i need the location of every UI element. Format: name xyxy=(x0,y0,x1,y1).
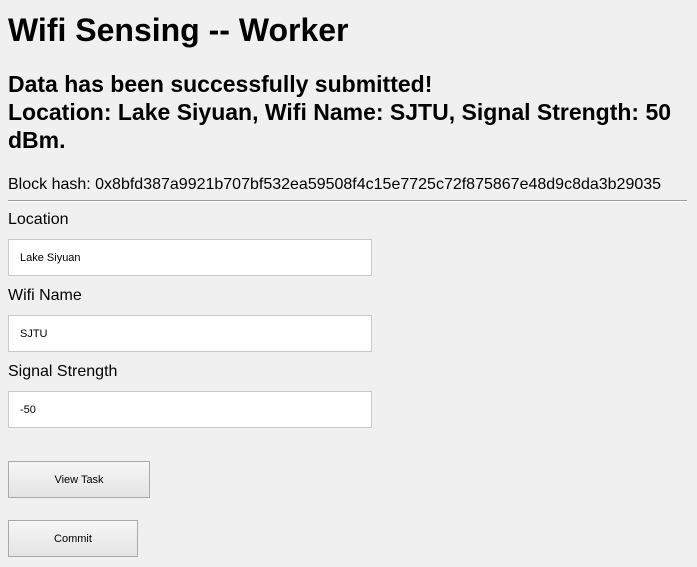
signal-strength-label: Signal Strength xyxy=(8,363,118,380)
commit-button[interactable]: Commit xyxy=(8,520,138,557)
submission-summary: Location: Lake Siyuan, Wifi Name: SJTU, … xyxy=(8,99,672,153)
view-task-button[interactable]: View Task xyxy=(8,461,150,498)
wifi-name-label: Wifi Name xyxy=(8,287,82,304)
wifi-name-input[interactable] xyxy=(8,315,372,352)
location-input[interactable] xyxy=(8,239,372,276)
location-label: Location xyxy=(8,211,69,228)
divider xyxy=(8,200,687,202)
signal-strength-input[interactable] xyxy=(8,391,372,428)
block-hash: Block hash: 0x8bfd387a9921b707bf532ea595… xyxy=(8,176,662,193)
page: Wifi Sensing -- Worker Data has been suc… xyxy=(0,0,697,567)
page-title: Wifi Sensing -- Worker xyxy=(8,12,349,48)
success-message-line: Data has been successfully submitted! xyxy=(8,71,433,97)
success-message: Data has been successfully submitted! Lo… xyxy=(8,70,678,154)
